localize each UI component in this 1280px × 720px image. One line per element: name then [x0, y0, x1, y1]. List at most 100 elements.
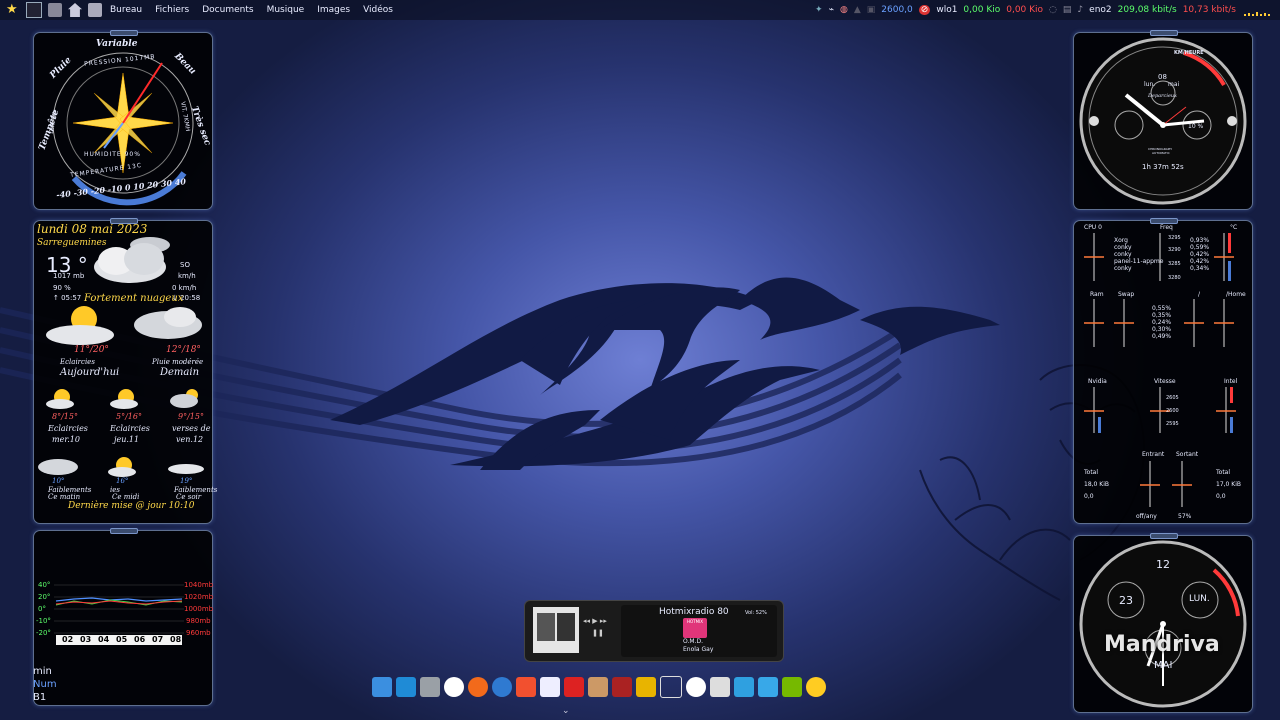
graph-day-05: 05 — [116, 635, 128, 644]
day3-range: 9°/15° — [178, 412, 204, 421]
next-icon[interactable]: ▸▸ — [600, 617, 607, 625]
mtg-icon[interactable] — [636, 677, 656, 697]
clock-date: 23 — [1119, 594, 1133, 607]
graph-day-06: 06 — [134, 635, 146, 644]
mandriva-logo: Mandriva — [1104, 632, 1220, 657]
play-icon[interactable]: ▶ — [592, 617, 597, 625]
widget-handle[interactable] — [110, 528, 138, 534]
forbidden-icon[interactable]: ⊘ — [918, 5, 931, 15]
wifi-antenna-icon[interactable]: ⌁ — [829, 5, 834, 15]
cloudy-icon — [94, 237, 170, 283]
vitesse-3: 2595 — [1166, 421, 1179, 427]
card-game-icon[interactable] — [612, 677, 632, 697]
morning-weather-icon — [38, 459, 78, 475]
net-offany: off/any — [1136, 513, 1157, 520]
intel-label: Intel — [1224, 378, 1238, 385]
weather-sunrise: ↑ 05:57 — [53, 294, 82, 302]
player-info-panel: Hotmixradio 80 Vol: 52% HOTMIX O.M.D. En… — [621, 605, 777, 657]
net-out-total: 17,0 KiB — [1216, 481, 1241, 488]
menu-musique[interactable]: Musique — [267, 5, 305, 15]
mahjong-icon[interactable] — [588, 677, 608, 697]
ram-label: Ram — [1090, 291, 1104, 298]
weather-app-icon[interactable] — [806, 677, 826, 697]
terminal-icon[interactable] — [26, 2, 42, 18]
chrono-day: lun. — [1144, 81, 1156, 88]
menu-images[interactable]: Images — [317, 5, 350, 15]
graph-press-980: 980mb — [186, 617, 211, 625]
workspace-switcher-icon[interactable] — [372, 677, 392, 697]
barometer-widget: Variable Pluie Beau Tempête Très sec PRE… — [33, 30, 213, 210]
media-player-widget: ◂◂ ▶ ▸▸ ❚❚ Hotmixradio 80 Vol: 52% HOTMI… — [524, 600, 784, 662]
download-icon[interactable] — [758, 677, 778, 697]
evening-temp: 19° — [180, 477, 193, 485]
morning-temp: 10° — [52, 477, 65, 485]
remote-desktop-icon[interactable] — [734, 677, 754, 697]
notes-icon[interactable]: ◍ — [840, 5, 848, 15]
bell-icon[interactable]: ♪ — [1077, 5, 1083, 15]
pause-icon[interactable]: ❚❚ — [583, 629, 613, 637]
sun-cloud-icon — [46, 306, 114, 345]
bell-off-icon[interactable]: ▲ — [854, 5, 861, 15]
chrono-sub2: AUTOMATIC — [1152, 151, 1170, 155]
home-folder-icon[interactable] — [68, 3, 82, 17]
today-desc: Eclaircies — [60, 358, 95, 366]
nvidia-settings-icon[interactable] — [782, 677, 802, 697]
dolphin-art — [330, 277, 1000, 470]
graph-day-07: 07 — [152, 635, 164, 644]
status-numlock: Num — [33, 679, 57, 690]
archive-icon[interactable] — [686, 677, 706, 697]
vivaldi-icon[interactable] — [444, 677, 464, 697]
wlo1-down: 0,00 Kio — [963, 5, 1001, 15]
today-label: Aujourd'hui — [60, 367, 120, 378]
chrono-mode: KM/HEURE — [1174, 50, 1204, 56]
menu-bureau[interactable]: Bureau — [110, 5, 142, 15]
lock-icon[interactable]: ▣ — [867, 5, 876, 15]
clipboard-icon[interactable]: ▤ — [1063, 5, 1072, 15]
graph-press-960: 960mb — [186, 629, 211, 637]
bluetooth-icon[interactable]: ✦ — [815, 5, 823, 15]
mem-pct-4: 0,30% — [1152, 326, 1172, 333]
clock-month: MAI — [1154, 660, 1173, 671]
thunderbird-icon[interactable] — [492, 677, 512, 697]
graph-temp-m20: -20° — [36, 629, 51, 637]
scanner-icon[interactable] — [710, 677, 730, 697]
net-out-label: Sortant — [1176, 451, 1199, 458]
weather-gust: 0 km/h — [172, 284, 197, 292]
menu-videos[interactable]: Vidéos — [363, 5, 393, 15]
solitaire-icon[interactable] — [540, 677, 560, 697]
net-pct: 57% — [1178, 513, 1192, 520]
cpu-freq-value: 2600,0 — [881, 5, 913, 15]
analog-clock-widget: 12 23 LUN. MAI Mandriva — [1073, 533, 1253, 713]
menu-fichiers[interactable]: Fichiers — [155, 5, 189, 15]
radio-antenna-icon[interactable] — [660, 676, 682, 698]
clock-widget-icon[interactable]: ◌ — [1049, 5, 1057, 15]
system-tray: ✦ ⌁ ◍ ▲ ▣ 2600,0 ⊘ wlo1 0,00 Kio 0,00 Ki… — [815, 0, 1280, 20]
weather-pressure: 1017 mb — [53, 272, 85, 280]
swap-label: Swap — [1118, 291, 1135, 298]
previous-icon[interactable]: ◂◂ — [583, 617, 590, 625]
dock-expand-chevron-icon[interactable]: ⌄ — [562, 706, 570, 716]
album-art — [533, 607, 579, 653]
show-desktop-icon[interactable] — [396, 677, 416, 697]
eno2-down: 209,08 kbit/s — [1117, 5, 1177, 15]
screenshot-icon[interactable] — [420, 677, 440, 697]
chrono-duration: 1h 37m 52s — [1142, 163, 1184, 171]
star-menu-icon[interactable]: ★ — [6, 3, 20, 17]
graph-press-1020: 1020mb — [184, 593, 214, 601]
firefox-icon[interactable] — [468, 677, 488, 697]
chronograph-widget: KM/HEURE 08 lun. mai Deparcieux 10 % CHR… — [1073, 30, 1253, 210]
top-panel: ★ Bureau Fichiers Documents Musique Imag… — [0, 0, 1280, 20]
net-in-val: 0,0 — [1084, 493, 1094, 500]
evening-when: Ce soir — [176, 493, 202, 501]
network-manager-icon[interactable] — [48, 3, 62, 17]
gauge-scales — [1084, 233, 1236, 507]
brave-icon[interactable] — [516, 677, 536, 697]
wlo1-up: 0,00 Kio — [1006, 5, 1044, 15]
wlo1-label: wlo1 — [936, 5, 958, 15]
menu-documents[interactable]: Documents — [202, 5, 253, 15]
settings-icon[interactable] — [88, 3, 102, 17]
baro-humidite: HUMIDITE 90% — [84, 151, 141, 158]
graph-day-04: 04 — [98, 635, 110, 644]
morning-when: Ce matin — [48, 493, 81, 501]
dice-game-icon[interactable] — [564, 677, 584, 697]
